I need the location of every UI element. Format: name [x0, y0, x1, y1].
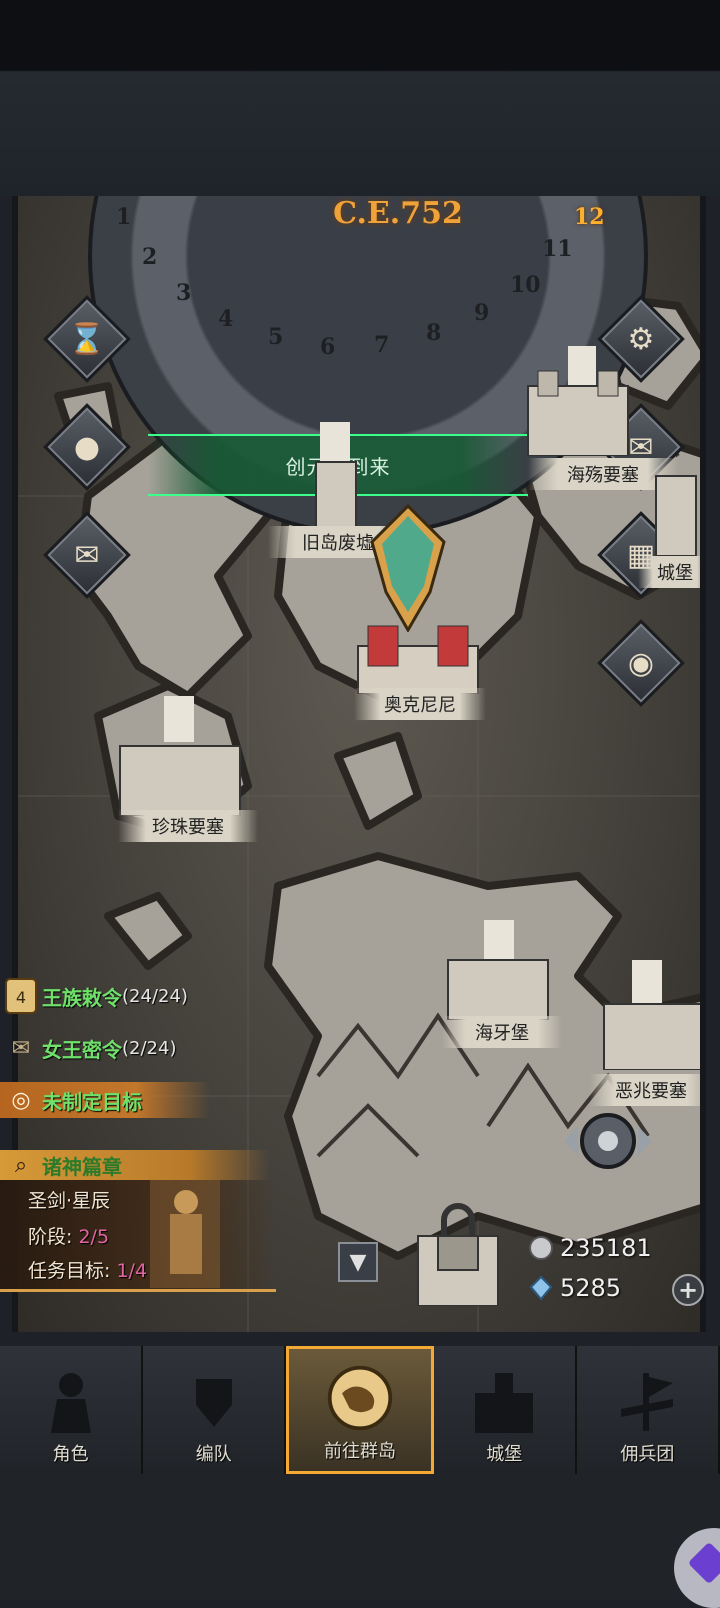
month-10: 10 — [510, 272, 541, 298]
month-6: 6 — [320, 334, 336, 360]
month-2: 2 — [142, 244, 158, 270]
nav-label-islands: 前往群岛 — [324, 1441, 396, 1462]
crystal-amount: 5285 — [560, 1274, 622, 1302]
royal-decree-quest[interactable]: 4 王族敕令 (24/24) — [0, 976, 188, 1016]
money-bag-icon: ● — [73, 429, 101, 465]
nav-label-mercenary: 佣兵团 — [620, 1444, 675, 1465]
castle-icon — [469, 1366, 539, 1436]
nav-item-islands[interactable]: 前往群岛 — [286, 1346, 434, 1474]
month-8: 8 — [426, 320, 442, 346]
coin-icon: ◉ — [627, 645, 655, 681]
banner-flag-icon — [612, 1366, 682, 1436]
calendar-year: C.E.752 — [333, 196, 463, 231]
nav-item-castle[interactable]: 城堡 — [433, 1346, 577, 1474]
map-navigation-control[interactable] — [558, 1096, 658, 1186]
goal-bar[interactable]: ◎ 未制定目标 — [0, 1082, 210, 1118]
nav-label-character: 角色 — [52, 1444, 89, 1465]
royal-decree-badge: 4 — [16, 988, 26, 1007]
castle-icon — [447, 920, 549, 1020]
castle-icon — [655, 475, 697, 556]
task-label: 任务目标: — [28, 1260, 111, 1282]
crystal-currency: 5285 — [528, 1274, 621, 1302]
location-okney[interactable]: 奥克尼尼 — [354, 688, 486, 720]
hourglass-icon: ⌛ — [68, 321, 106, 357]
plus-icon: + — [677, 1276, 699, 1304]
sealed-scroll-icon: ✉ — [11, 1035, 31, 1061]
collapse-panel-button[interactable]: ▼ — [338, 1242, 378, 1282]
nav-item-mercenary[interactable]: 佣兵团 — [576, 1346, 720, 1474]
goal-text: 未制定目标 — [42, 1089, 142, 1114]
month-3: 3 — [176, 280, 192, 306]
royal-decree-label: 王族敕令 — [42, 985, 122, 1010]
month-9: 9 — [474, 300, 490, 326]
silver-coin-icon — [529, 1236, 553, 1260]
bottom-bar — [0, 1474, 720, 1600]
add-currency-button[interactable]: + — [672, 1274, 704, 1306]
scroll-badge-icon: 4 — [0, 976, 42, 1016]
diamond-icon — [687, 1541, 720, 1585]
nav-label-formation: 编队 — [195, 1444, 232, 1465]
top-status-area — [0, 0, 720, 196]
chapter-title: 诸神篇章 — [42, 1154, 122, 1179]
castle-icon — [357, 625, 479, 694]
location-castle[interactable]: 城堡 — [638, 556, 700, 588]
shield-helmet-icon — [179, 1366, 249, 1436]
month-5: 5 — [268, 324, 284, 350]
stage-line: 阶段: 2/5 — [28, 1222, 109, 1249]
castle-icon — [527, 346, 629, 456]
bottom-nav: 角色 编队 前往群岛 城堡 佣兵团 — [0, 1346, 720, 1474]
castle-icon — [315, 422, 357, 542]
location-hague-castle[interactable]: 海牙堡 — [442, 1016, 562, 1048]
chevron-down-icon: ▼ — [349, 1249, 367, 1275]
chapter-name: 圣剑·星辰 — [28, 1190, 111, 1212]
stage-value: 2/5 — [78, 1226, 110, 1248]
locked-castle-icon — [417, 1203, 499, 1306]
magnifier-icon: ⌕ — [14, 1152, 28, 1178]
month-4: 4 — [218, 306, 234, 332]
month-1: 1 — [116, 204, 132, 230]
month-7: 7 — [374, 332, 390, 358]
nav-item-character[interactable]: 角色 — [0, 1346, 144, 1474]
chapter-title-bar[interactable]: ⌕ 诸神篇章 — [0, 1150, 270, 1180]
silver-currency: 235181 — [528, 1234, 652, 1262]
castle-icon — [119, 696, 241, 816]
target-icon: ◎ — [11, 1087, 31, 1113]
globe-compass-icon — [325, 1363, 395, 1433]
chapter-panel[interactable]: 圣剑·星辰 阶段: 2/5 任务目标: 1/4 — [0, 1180, 276, 1292]
knight-icon — [36, 1366, 106, 1436]
nav-item-formation[interactable]: 编队 — [143, 1346, 287, 1474]
queen-order-quest[interactable]: ✉ 女王密令 (2/24) — [0, 1028, 177, 1068]
location-pearl-fortress[interactable]: 珍珠要塞 — [118, 810, 258, 842]
royal-decree-count: (24/24) — [122, 985, 188, 1007]
player-marker[interactable] — [366, 502, 450, 632]
task-line: 任务目标: 1/4 — [28, 1256, 147, 1283]
queen-order-count: (2/24) — [122, 1037, 177, 1059]
queen-order-label: 女王密令 — [42, 1037, 122, 1062]
nav-label-castle: 城堡 — [486, 1444, 523, 1465]
task-value: 1/4 — [116, 1260, 148, 1282]
hero-portrait — [150, 1180, 220, 1288]
scroll-icon: ✉ — [74, 537, 100, 573]
stage-label: 阶段: — [28, 1226, 73, 1248]
crystal-icon — [529, 1275, 553, 1301]
month-12-current: 12 — [574, 204, 605, 230]
month-11: 11 — [542, 236, 573, 262]
silver-amount: 235181 — [560, 1234, 652, 1262]
castle-icon — [603, 960, 700, 1070]
